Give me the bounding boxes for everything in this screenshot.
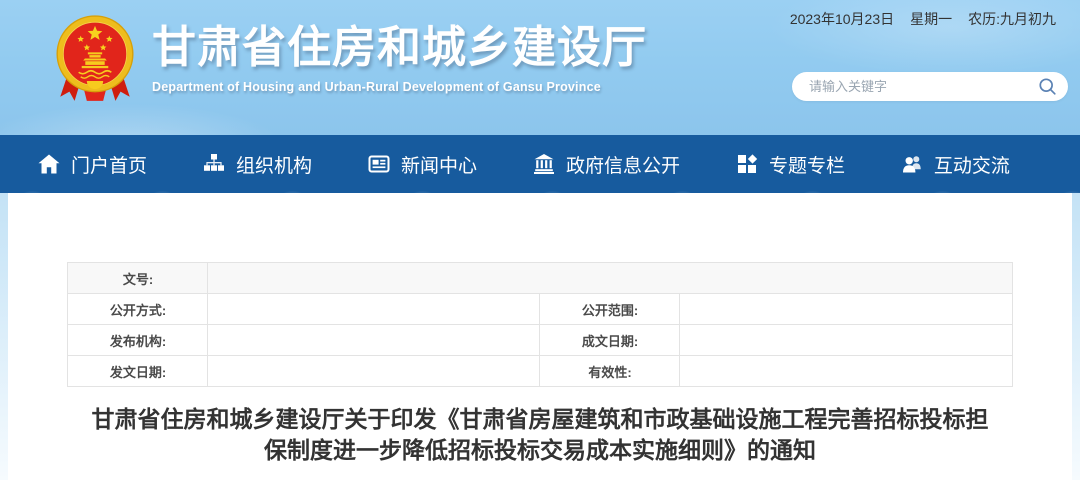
table-row: 公开方式: 公开范围: xyxy=(67,293,1013,325)
article-title-line2: 保制度进一步降低招标投标交易成本实施细则》的通知 xyxy=(264,437,816,463)
field-label: 发文日期: xyxy=(67,355,209,387)
nav-item-special-topics[interactable]: 专题专栏 xyxy=(736,151,845,178)
field-value xyxy=(207,355,541,387)
field-value xyxy=(207,293,541,325)
nav-item-news-center[interactable]: 新闻中心 xyxy=(368,151,477,178)
table-row: 发布机构: 成文日期: xyxy=(67,324,1013,356)
nav-item-label: 新闻中心 xyxy=(400,155,477,177)
search-box xyxy=(792,72,1068,101)
nav-item-gov-info-disclosure[interactable]: 政府信息公开 xyxy=(533,151,680,178)
nav-item-label: 互动交流 xyxy=(933,155,1010,177)
table-row: 文号: xyxy=(67,262,1013,294)
nav-item-label: 组织机构 xyxy=(235,155,312,177)
search-icon xyxy=(1039,78,1056,95)
field-label: 公开范围: xyxy=(539,293,681,325)
nav-item-label: 门户首页 xyxy=(71,155,148,177)
org-chart-icon xyxy=(203,154,224,171)
masthead: 甘肃省住房和城乡建设厅 Department of Housing and Ur… xyxy=(0,0,1080,135)
field-label: 有效性: xyxy=(539,355,681,387)
date-text: 2023年10月23日 xyxy=(789,11,895,27)
topics-grid-icon xyxy=(737,154,758,173)
field-label: 公开方式: xyxy=(67,293,209,325)
field-value xyxy=(679,293,1013,325)
people-icon xyxy=(902,156,921,173)
nav-item-portal-home[interactable]: 门户首页 xyxy=(38,151,147,178)
content-area: 文号: 公开方式: 公开范围: 发布机构: 成文日期: 发文日期: 有效性: 甘… xyxy=(8,193,1072,480)
weekday-text: 星期一 xyxy=(910,11,953,27)
site-subtitle: Department of Housing and Urban-Rural De… xyxy=(152,80,601,94)
field-value xyxy=(679,355,1013,387)
doc-number-label: 文号: xyxy=(67,262,209,294)
field-value xyxy=(207,324,541,356)
field-value xyxy=(679,324,1013,356)
nav-item-interaction[interactable]: 互动交流 xyxy=(901,151,1010,178)
nav-item-label: 专题专栏 xyxy=(768,155,845,177)
lunar-date-text: 农历:九月初九 xyxy=(968,11,1056,27)
news-icon xyxy=(368,155,390,173)
nav-item-label: 政府信息公开 xyxy=(565,155,680,177)
page: 甘肃省住房和城乡建设厅 Department of Housing and Ur… xyxy=(0,0,1080,480)
date-bar: 2023年10月23日 星期一 农历:九月初九 xyxy=(790,9,1056,29)
site-titles: 甘肃省住房和城乡建设厅 Department of Housing and Ur… xyxy=(152,13,647,94)
nav-inner: 门户首页 组织机构 新闻中心 政府信息公开 专题专栏 互动交流 xyxy=(0,135,1080,193)
field-label: 发布机构: xyxy=(67,324,209,356)
site-brand: 甘肃省住房和城乡建设厅 Department of Housing and Ur… xyxy=(56,13,647,107)
article-title: 甘肃省住房和城乡建设厅关于印发《甘肃省房屋建筑和市政基础设施工程完善招标投标担 … xyxy=(60,404,1020,466)
gov-building-icon xyxy=(533,154,554,174)
doc-number-value xyxy=(207,262,1013,294)
article-title-line1: 甘肃省住房和城乡建设厅关于印发《甘肃省房屋建筑和市政基础设施工程完善招标投标担 xyxy=(91,406,989,432)
table-row: 发文日期: 有效性: xyxy=(67,355,1013,387)
national-emblem-logo xyxy=(56,15,134,101)
search-input[interactable] xyxy=(792,79,1038,94)
main-nav: 门户首页 组织机构 新闻中心 政府信息公开 专题专栏 互动交流 xyxy=(0,135,1080,193)
field-label: 成文日期: xyxy=(539,324,681,356)
site-title: 甘肃省住房和城乡建设厅 xyxy=(152,23,647,72)
search-button[interactable] xyxy=(1038,77,1068,96)
home-icon xyxy=(38,154,60,174)
doc-info-table: 文号: 公开方式: 公开范围: 发布机构: 成文日期: 发文日期: 有效性: xyxy=(67,262,1013,387)
nav-item-organization[interactable]: 组织机构 xyxy=(203,151,312,178)
